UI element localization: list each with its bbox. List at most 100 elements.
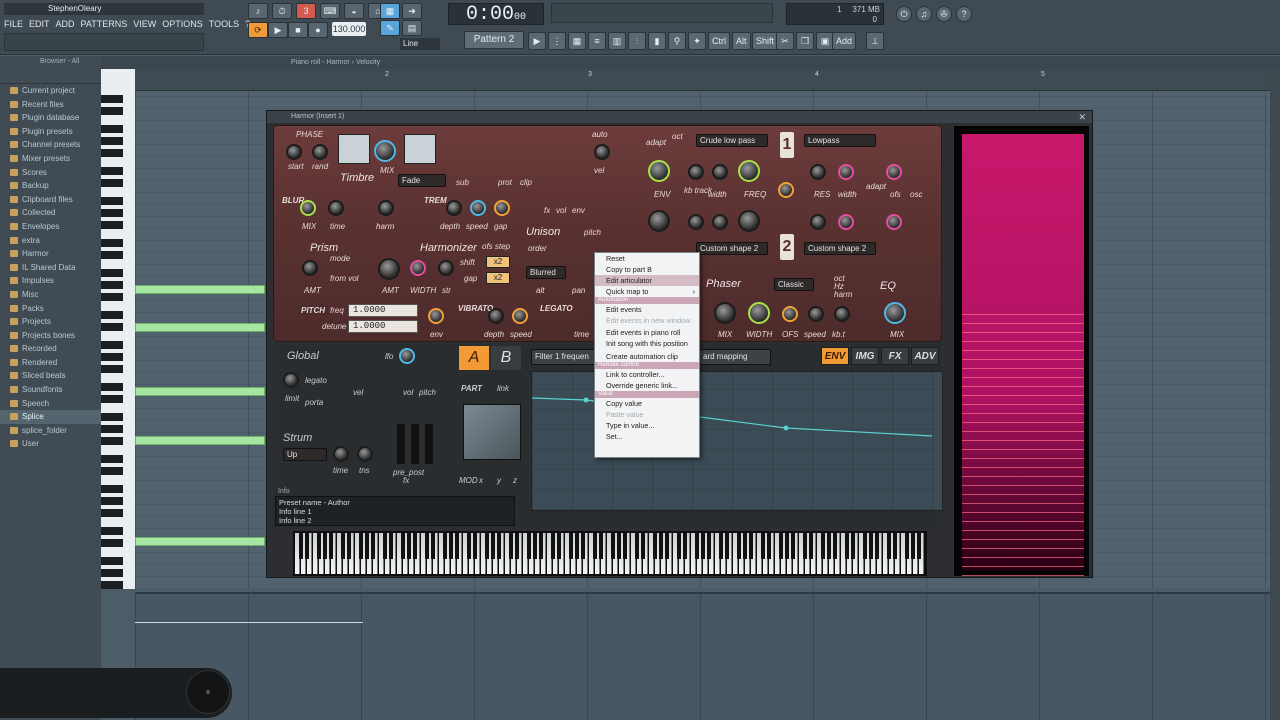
black-key[interactable]: [101, 209, 123, 217]
black-key[interactable]: [893, 533, 897, 559]
black-key[interactable]: [701, 533, 705, 559]
black-key[interactable]: [455, 533, 459, 559]
plugin-icon[interactable]: ▮: [648, 32, 666, 50]
custom-shape-2-select[interactable]: Custom shape 2: [804, 242, 876, 255]
rand-knob[interactable]: [312, 144, 328, 160]
trem-depth-knob[interactable]: [446, 200, 462, 216]
black-key[interactable]: [473, 533, 477, 559]
black-key[interactable]: [827, 533, 831, 559]
timbre-a-display[interactable]: [338, 134, 370, 164]
black-key[interactable]: [845, 533, 849, 559]
black-key[interactable]: [383, 533, 387, 559]
black-key[interactable]: [791, 533, 795, 559]
black-key[interactable]: [101, 467, 123, 475]
menu-item[interactable]: Init song with this position: [595, 338, 699, 349]
browser-item[interactable]: Scores: [0, 166, 101, 180]
envelope-target-select[interactable]: Filter 1 frequen: [531, 349, 601, 365]
part-a-button[interactable]: A: [459, 346, 489, 370]
black-key[interactable]: [617, 533, 621, 559]
phaser-mix-knob[interactable]: [714, 302, 736, 324]
note[interactable]: [135, 436, 265, 445]
filter1-type-select[interactable]: Crude low pass: [696, 134, 768, 147]
note[interactable]: [135, 387, 265, 396]
playlist-icon[interactable]: ▶: [528, 32, 546, 50]
note[interactable]: [135, 537, 265, 546]
blur-time-knob[interactable]: [328, 200, 344, 216]
black-key[interactable]: [101, 197, 123, 205]
black-key[interactable]: [329, 533, 333, 559]
black-key[interactable]: [365, 533, 369, 559]
browser-item[interactable]: Packs: [0, 302, 101, 316]
menu-item[interactable]: Reset: [595, 253, 699, 264]
black-key[interactable]: [665, 533, 669, 559]
black-key[interactable]: [101, 125, 123, 133]
eq-mix-knob[interactable]: [884, 302, 906, 324]
black-key[interactable]: [569, 533, 573, 559]
black-key[interactable]: [911, 533, 915, 559]
black-key[interactable]: [101, 95, 123, 103]
pause-icon[interactable]: ⏸: [186, 670, 230, 714]
black-key[interactable]: [593, 533, 597, 559]
blur-mix-knob[interactable]: [300, 200, 316, 216]
start-knob[interactable]: [286, 144, 302, 160]
menu-item[interactable]: Quick map to ›: [595, 286, 699, 297]
black-key[interactable]: [101, 239, 123, 247]
black-key[interactable]: [443, 533, 447, 559]
browser-item[interactable]: Speech: [0, 397, 101, 411]
black-key[interactable]: [623, 533, 627, 559]
step-edit-icon[interactable]: ⌨: [320, 3, 340, 19]
auto-knob[interactable]: [594, 144, 610, 160]
black-key[interactable]: [101, 395, 123, 403]
menu-edit[interactable]: EDIT: [29, 17, 50, 31]
black-key[interactable]: [575, 533, 579, 559]
copy-icon[interactable]: ❐: [796, 32, 814, 50]
browser-item[interactable]: extra: [0, 234, 101, 248]
black-key[interactable]: [719, 533, 723, 559]
black-key[interactable]: [101, 581, 123, 589]
black-key[interactable]: [299, 533, 303, 559]
browser-item[interactable]: Recent files: [0, 98, 101, 112]
black-key[interactable]: [431, 533, 435, 559]
browser-icon[interactable]: ≡: [588, 32, 606, 50]
play-button[interactable]: ▶: [268, 22, 288, 38]
black-key[interactable]: [449, 533, 453, 559]
black-key[interactable]: [695, 533, 699, 559]
alt-key[interactable]: Alt: [732, 32, 751, 50]
black-key[interactable]: [485, 533, 489, 559]
browser-item[interactable]: Plugin database: [0, 111, 101, 125]
menu-item[interactable]: Link to controller...: [595, 369, 699, 380]
menu-file[interactable]: FILE: [4, 17, 23, 31]
black-key[interactable]: [749, 533, 753, 559]
help-question-icon[interactable]: ?: [956, 6, 972, 22]
black-key[interactable]: [341, 533, 345, 559]
black-key[interactable]: [467, 533, 471, 559]
black-key[interactable]: [803, 533, 807, 559]
black-key[interactable]: [743, 533, 747, 559]
browser-item[interactable]: Projects bones: [0, 329, 101, 343]
black-key[interactable]: [761, 533, 765, 559]
draw-icon[interactable]: ✎: [380, 20, 400, 36]
black-key[interactable]: [509, 533, 513, 559]
menu-item[interactable]: Copy value: [595, 398, 699, 409]
menu-view[interactable]: VIEW: [133, 17, 156, 31]
vibrato-depth-knob[interactable]: [488, 308, 504, 324]
menu-item[interactable]: Edit articulator: [595, 275, 699, 287]
black-key[interactable]: [101, 527, 123, 535]
black-key[interactable]: [425, 533, 429, 559]
black-key[interactable]: [905, 533, 909, 559]
menu-item[interactable]: Copy to part B: [595, 264, 699, 275]
width3-knob[interactable]: [838, 214, 854, 230]
kb-track-knob[interactable]: [688, 164, 704, 180]
channel-rack-icon[interactable]: ▥: [608, 32, 626, 50]
browser-item[interactable]: splice_folder: [0, 424, 101, 438]
filter-width-knob[interactable]: [838, 164, 854, 180]
pitch-slider[interactable]: [411, 424, 419, 464]
black-key[interactable]: [101, 455, 123, 463]
browser-item[interactable]: User: [0, 437, 101, 451]
fade-select[interactable]: Fade: [398, 174, 446, 187]
black-key[interactable]: [101, 497, 123, 505]
blur-harm-knob[interactable]: [378, 200, 394, 216]
black-key[interactable]: [653, 533, 657, 559]
strum-time-knob[interactable]: [333, 446, 349, 462]
menu-tools[interactable]: TOOLS: [209, 17, 239, 31]
